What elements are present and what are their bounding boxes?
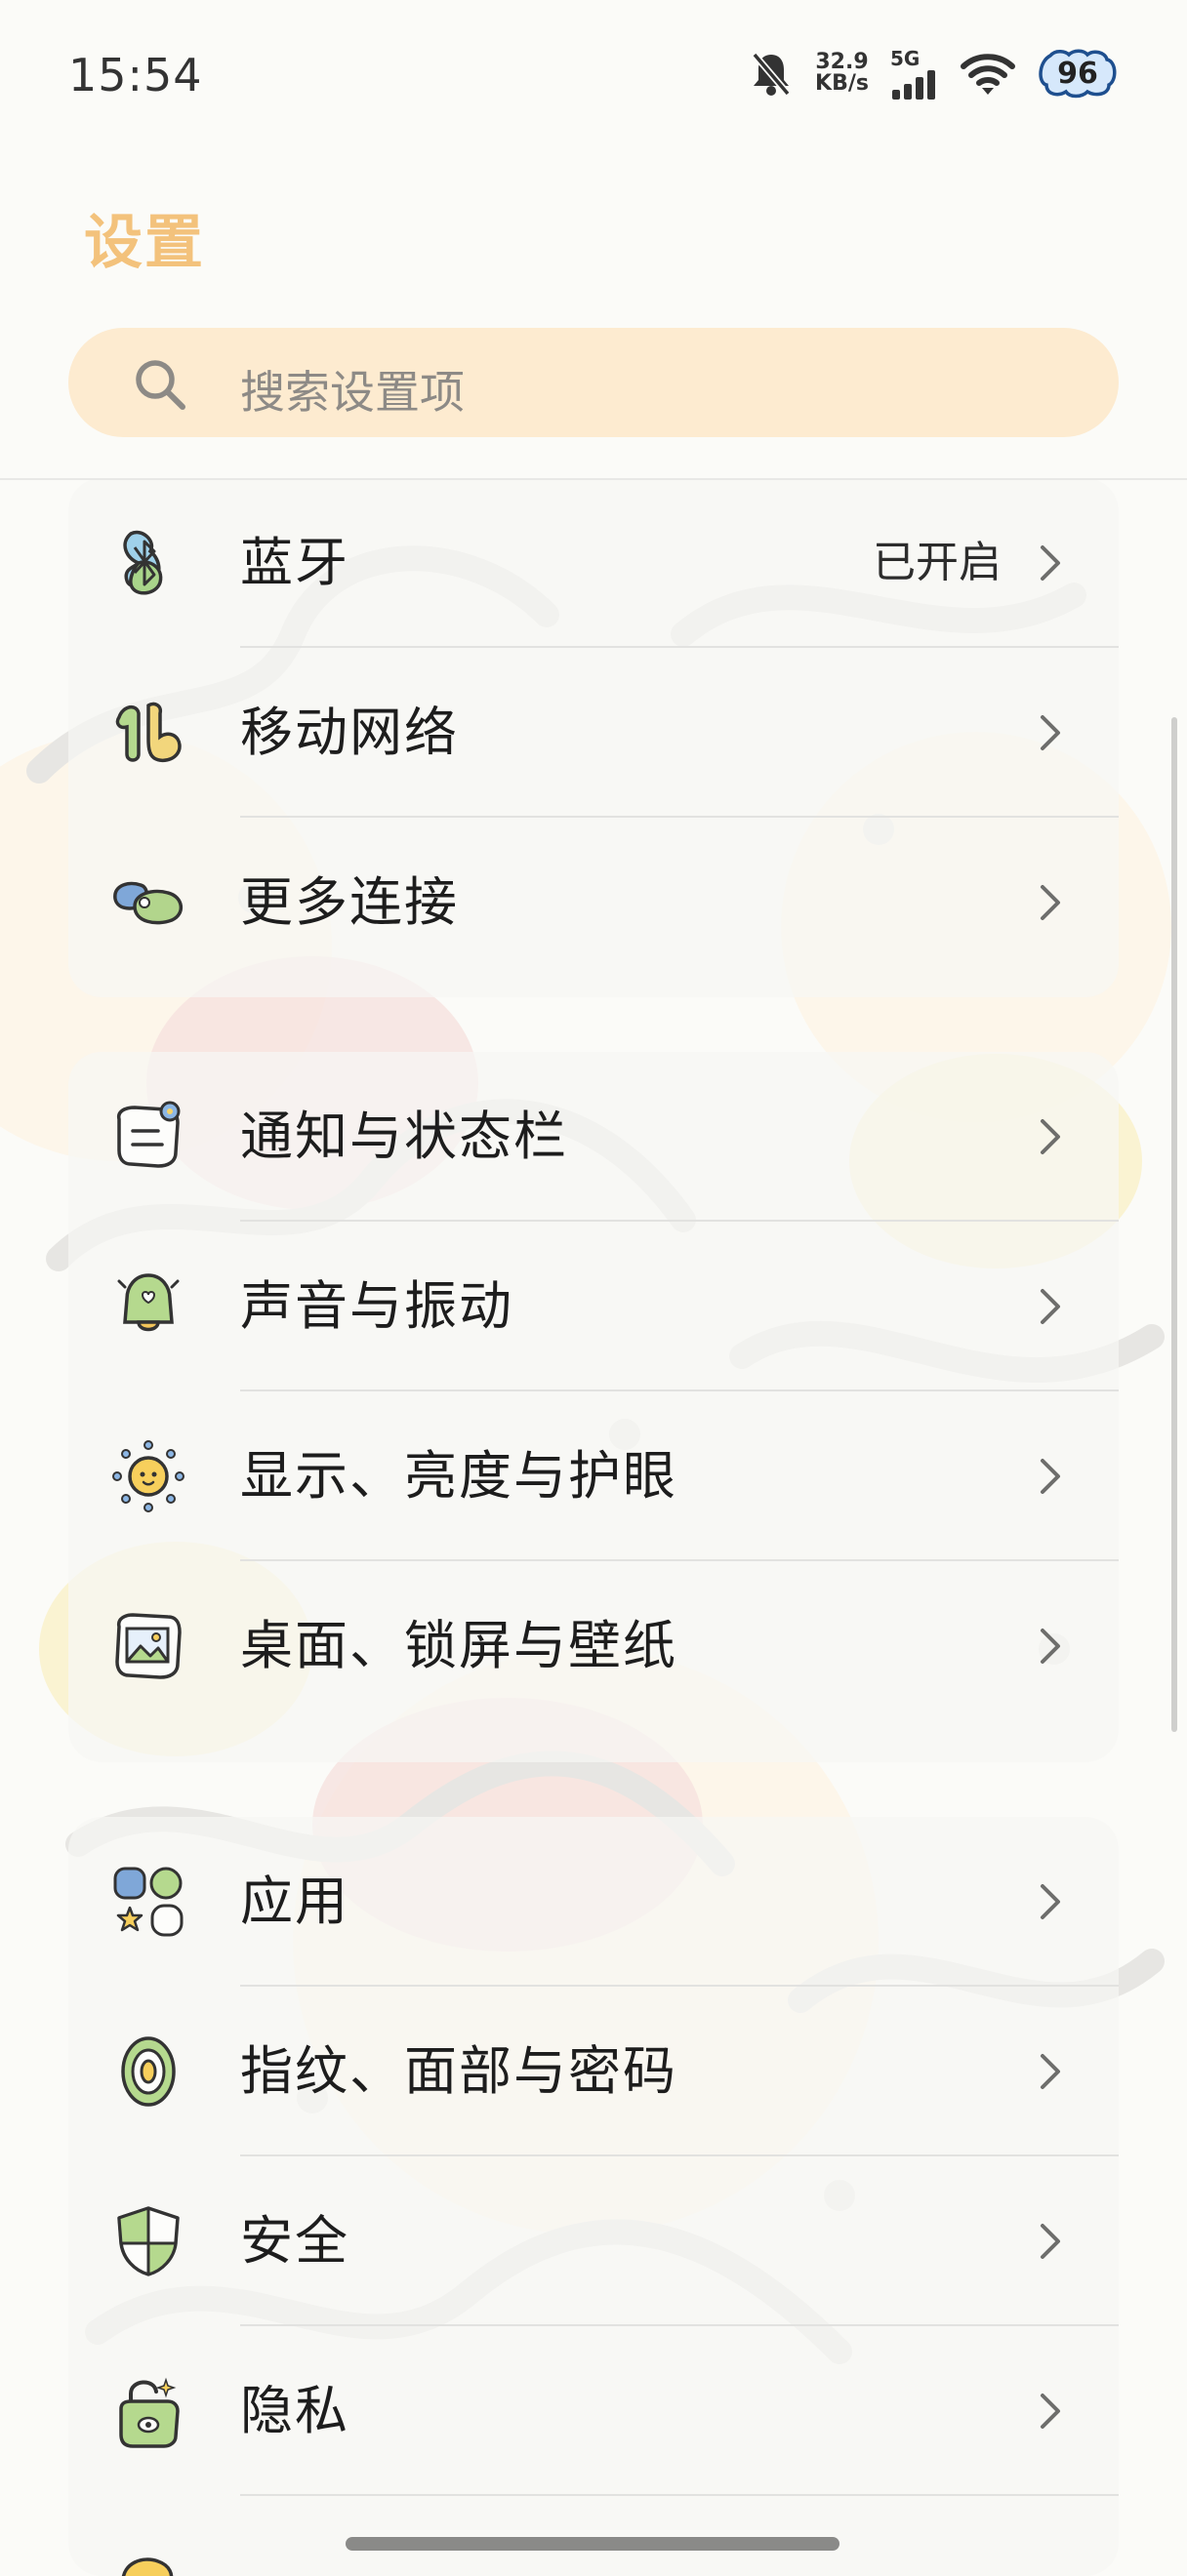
settings-item-label: 隐私 <box>240 2380 349 2441</box>
sound-bell-icon <box>117 1273 180 1332</box>
status-icons: 32.9 KB/s 5G 96 <box>749 39 1119 107</box>
notification-icon <box>116 1101 181 1168</box>
search-input[interactable]: 搜索设置项 <box>68 328 1119 437</box>
chevron-right-icon <box>1041 885 1060 920</box>
chevron-right-icon <box>1041 1119 1060 1154</box>
mute-bell-icon <box>752 52 791 97</box>
chevron-right-icon <box>1041 545 1060 581</box>
chevron-right-icon <box>1041 1289 1060 1324</box>
bluetooth-icon <box>123 530 163 595</box>
status-time: 15:54 <box>68 49 203 101</box>
wifi-icon <box>961 54 1015 95</box>
privacy-lock-icon <box>119 2377 180 2448</box>
chevron-right-icon <box>1041 715 1060 750</box>
net-speed-unit: KB/s <box>815 71 869 96</box>
settings-item-wallpaper[interactable]: 桌面、锁屏与壁纸 <box>68 1561 1119 1731</box>
settings-card-connectivity: 蓝牙 已开启 移动网络 更多连接 <box>68 478 1119 997</box>
scrollbar[interactable] <box>1171 717 1177 1732</box>
more-connections-icon <box>113 881 183 925</box>
settings-item-label: 通知与状态栏 <box>240 1106 568 1167</box>
settings-item-label: 应用 <box>240 1871 349 1932</box>
settings-item-apps[interactable]: 应用 <box>68 1817 1119 1987</box>
signal-icon <box>892 70 935 100</box>
partial-item-icon <box>121 2557 174 2576</box>
settings-item-label: 显示、亮度与护眼 <box>240 1445 677 1507</box>
battery-level: 96 <box>1057 56 1098 91</box>
settings-item-label: 指纹、面部与密码 <box>240 2040 677 2102</box>
settings-item-notifications[interactable]: 通知与状态栏 <box>68 1052 1119 1222</box>
bluetooth-status: 已开启 <box>873 538 1002 587</box>
settings-item-mobile-network[interactable]: 移动网络 <box>68 648 1119 818</box>
settings-card-security: 应用 指纹、面部与密码 安全 隐私 <box>68 1817 1119 2576</box>
chevron-right-icon <box>1041 1459 1060 1494</box>
mobile-network-icon <box>115 702 182 763</box>
battery-indicator: 96 <box>1037 48 1119 99</box>
fingerprint-icon <box>121 2036 176 2107</box>
net-speed: 32.9 KB/s <box>815 52 869 95</box>
search-icon <box>136 360 185 410</box>
settings-item-sound-vibration[interactable]: 声音与振动 <box>68 1222 1119 1391</box>
apps-icon <box>113 1867 184 1937</box>
network-type: 5G <box>890 47 921 70</box>
shield-icon <box>117 2206 180 2276</box>
net-speed-value: 32.9 <box>815 50 869 74</box>
chevron-right-icon <box>1041 2394 1060 2429</box>
settings-item-display-brightness[interactable]: 显示、亮度与护眼 <box>68 1391 1119 1561</box>
settings-item-label: 声音与振动 <box>240 1275 513 1337</box>
settings-item-security[interactable]: 安全 <box>68 2156 1119 2326</box>
signal-block: 5G <box>890 47 939 100</box>
status-bar: 15:54 32.9 KB/s 5G 96 <box>0 0 1187 156</box>
settings-item-label: 移动网络 <box>240 702 459 763</box>
chevron-right-icon <box>1041 1629 1060 1664</box>
settings-item-bluetooth[interactable]: 蓝牙 已开启 <box>68 478 1119 648</box>
settings-item-privacy[interactable]: 隐私 <box>68 2326 1119 2496</box>
settings-item-label: 安全 <box>240 2210 349 2272</box>
chevron-right-icon <box>1041 2224 1060 2259</box>
settings-item-more-connections[interactable]: 更多连接 <box>68 818 1119 987</box>
page-title: 设置 <box>84 209 205 277</box>
settings-item-label: 蓝牙 <box>240 532 349 593</box>
settings-item-label: 桌面、锁屏与壁纸 <box>240 1615 677 1676</box>
chevron-right-icon <box>1041 2054 1060 2089</box>
sun-display-icon <box>112 1440 184 1512</box>
chevron-right-icon <box>1041 1884 1060 1919</box>
home-indicator[interactable] <box>346 2537 839 2551</box>
settings-item-label: 更多连接 <box>240 871 459 933</box>
search-placeholder: 搜索设置项 <box>240 366 465 419</box>
wallpaper-icon <box>115 1613 182 1679</box>
settings-item-partial[interactable] <box>68 2496 1119 2576</box>
settings-item-fingerprint[interactable]: 指纹、面部与密码 <box>68 1987 1119 2156</box>
header-divider <box>0 478 1187 480</box>
settings-card-personalization: 通知与状态栏 声音与振动 显示、亮度与护眼 桌面、锁屏与壁纸 <box>68 1052 1119 1762</box>
